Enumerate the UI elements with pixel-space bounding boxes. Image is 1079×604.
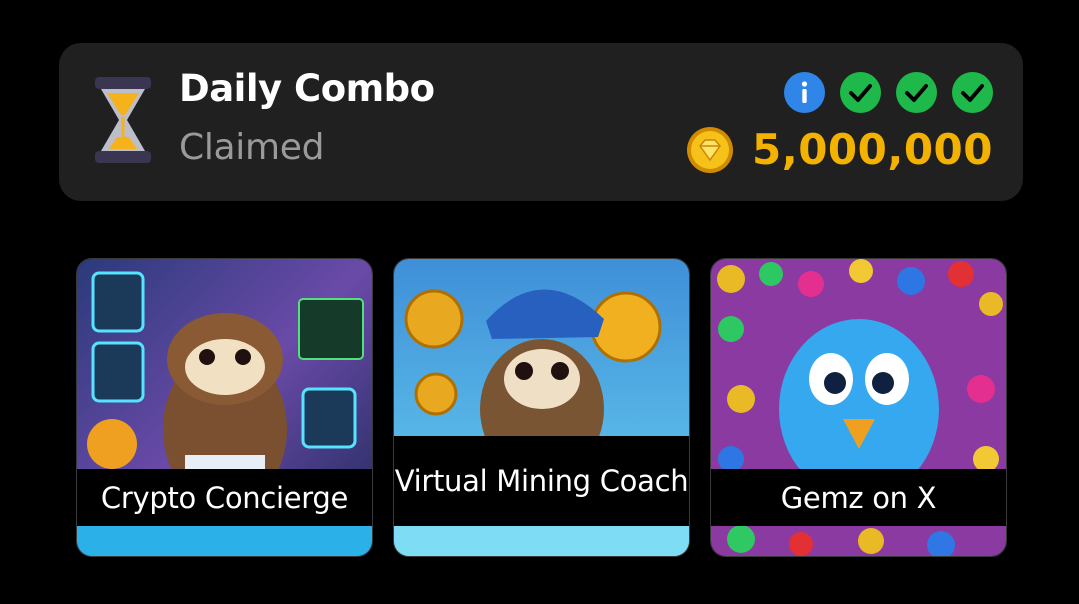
- card-title: Virtual Mining Coach: [394, 436, 689, 526]
- card-title: Gemz on X: [711, 469, 1006, 526]
- combo-card-virtual-mining-coach[interactable]: Virtual Mining Coach: [393, 258, 690, 557]
- hourglass-icon: [95, 77, 151, 163]
- combo-status: Claimed: [179, 127, 325, 168]
- check-icon: [896, 72, 937, 113]
- check-icon: [952, 72, 993, 113]
- combo-card-crypto-concierge[interactable]: Crypto Concierge: [76, 258, 373, 557]
- reward: 5,000,000: [686, 125, 993, 174]
- combo-card-gemz-on-x[interactable]: Gemz on X: [710, 258, 1007, 557]
- info-icon[interactable]: [784, 72, 825, 113]
- check-icon: [840, 72, 881, 113]
- card-title: Crypto Concierge: [77, 469, 372, 526]
- coin-icon: [687, 126, 734, 173]
- reward-amount: 5,000,000: [752, 125, 993, 174]
- combo-title: Daily Combo: [179, 67, 435, 110]
- daily-combo-card: Daily Combo Claimed 5,000,000: [59, 43, 1023, 201]
